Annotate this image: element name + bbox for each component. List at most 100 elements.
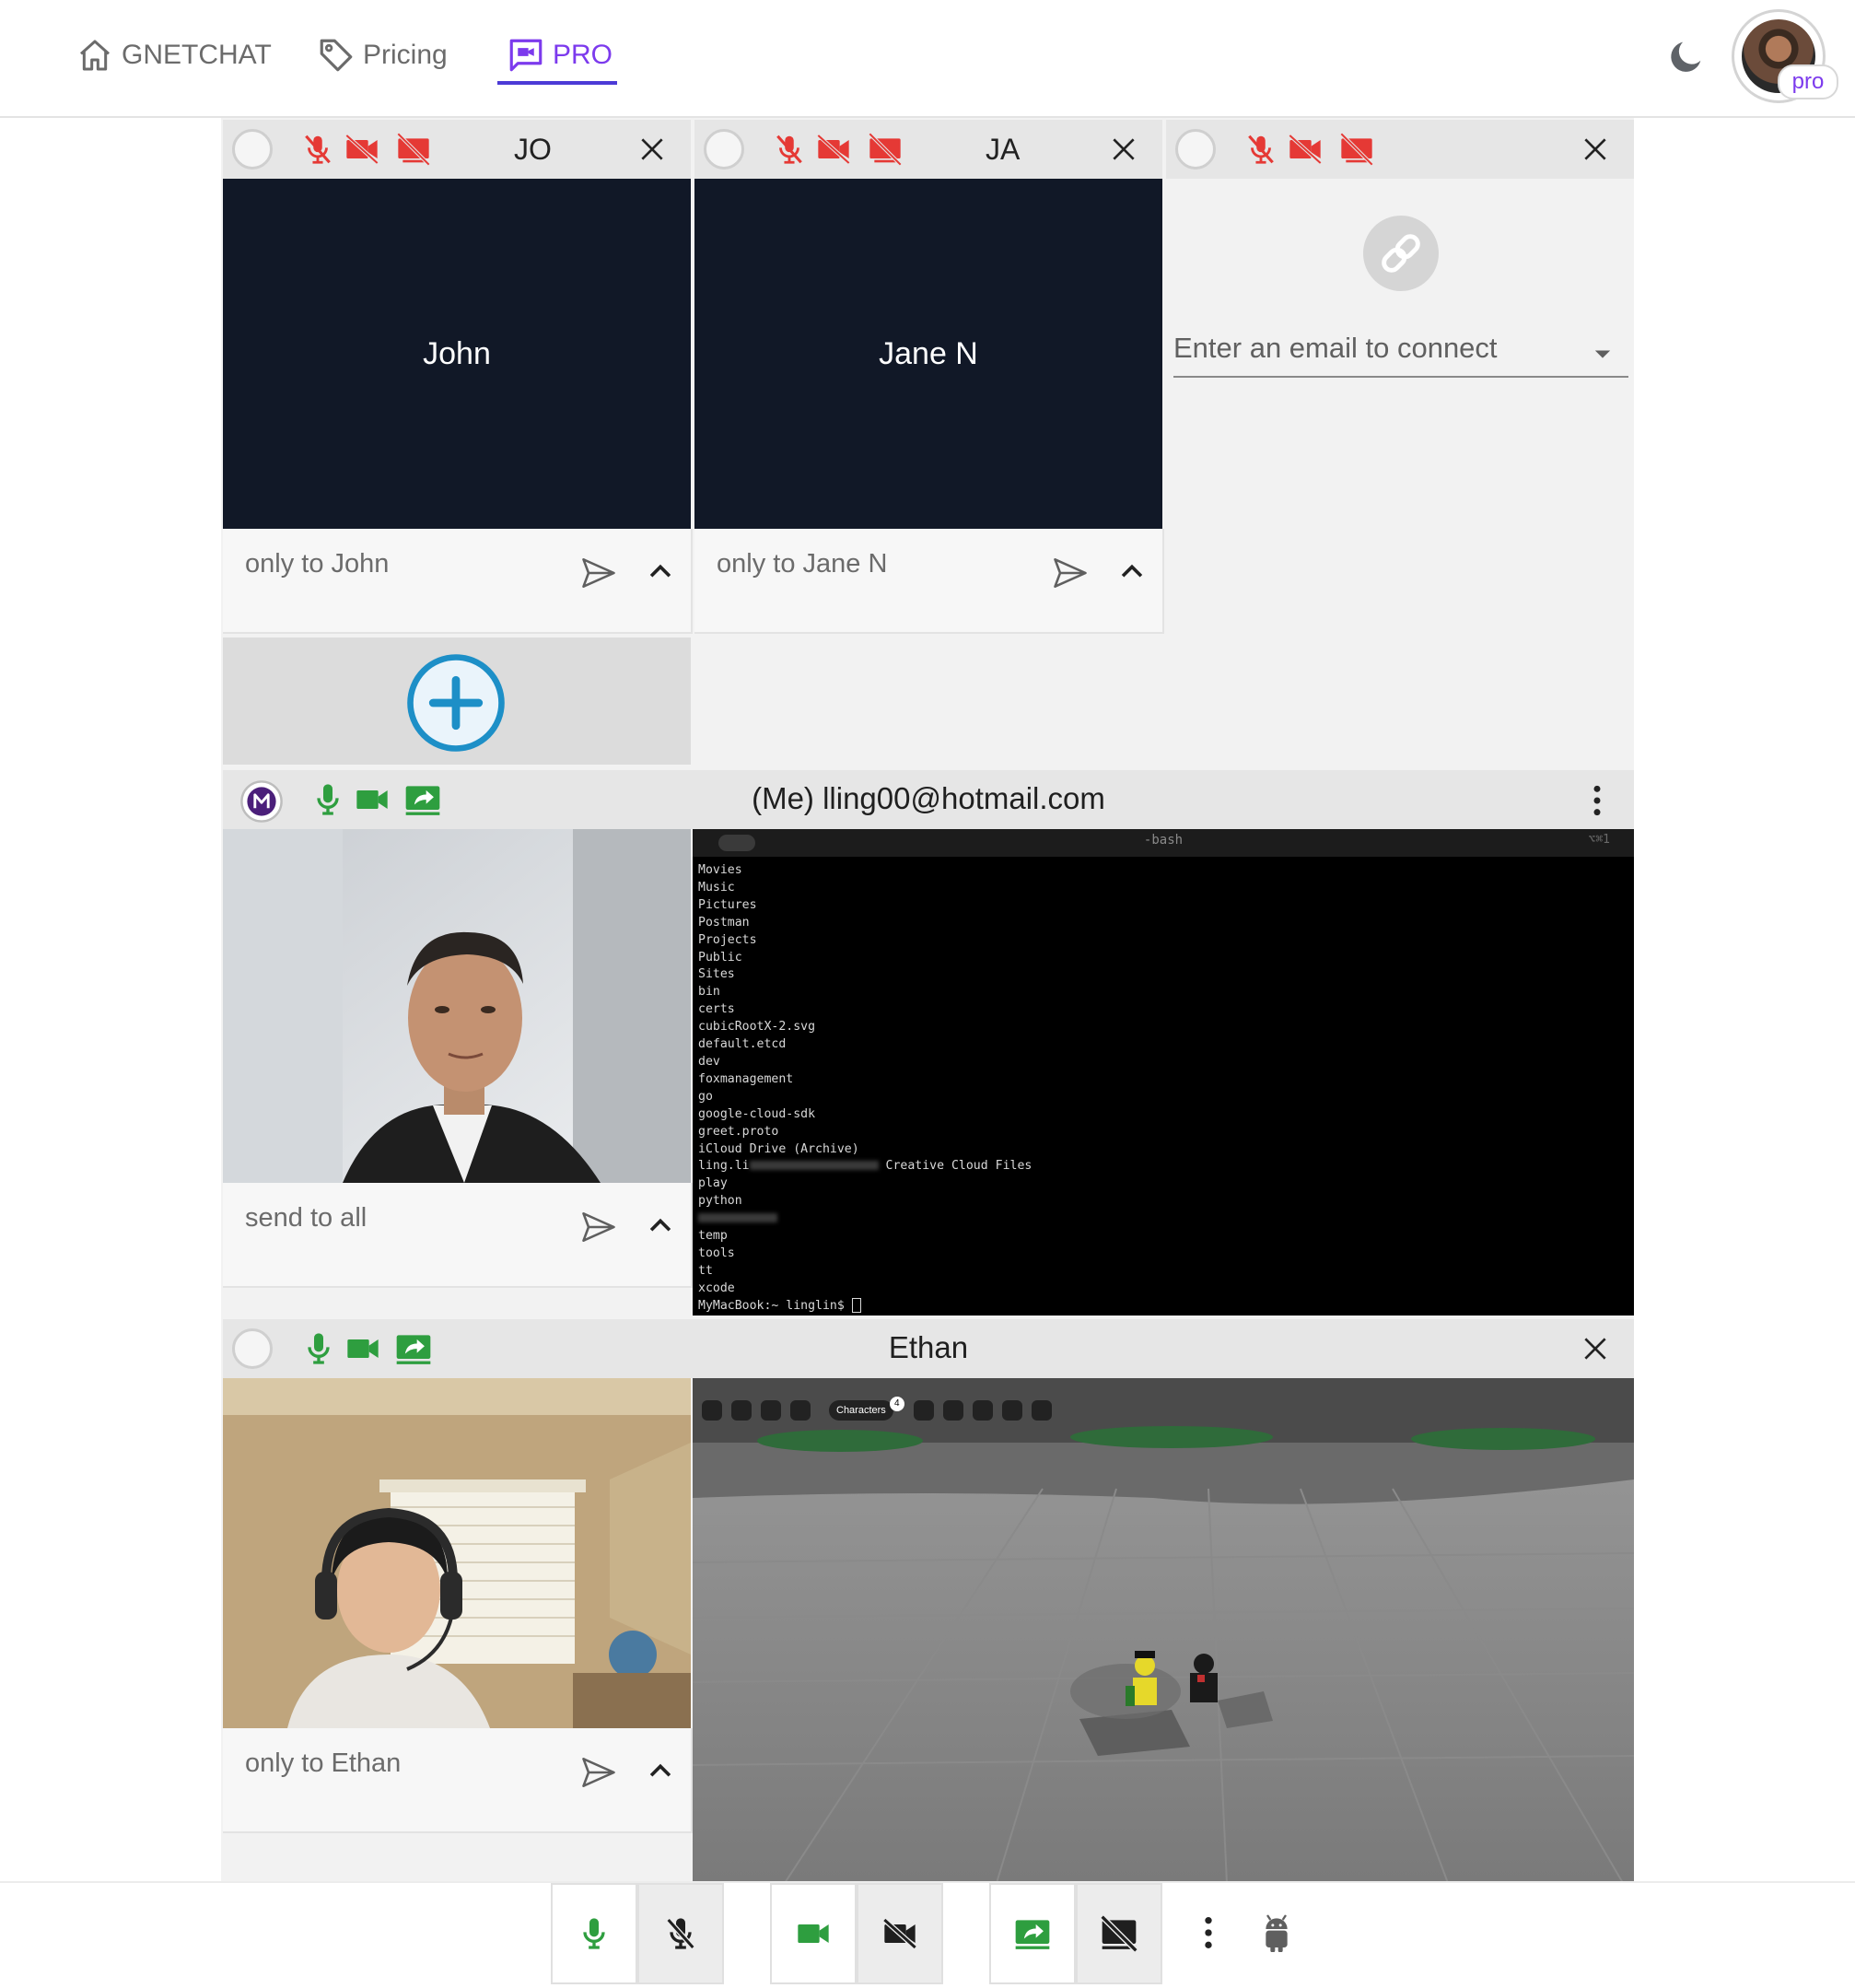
peer-initials: JA [986,133,1021,166]
peer-tile-header-jane: JA [694,120,1162,179]
game-toolbar: Characters 4 [702,1397,1052,1421]
more-vertical-icon[interactable] [1197,1914,1219,1951]
toolbar-camera-off-button[interactable] [857,1883,943,1984]
send-icon[interactable] [1050,553,1091,593]
terminal-shortcut: ⌥⌘1 [1588,833,1610,847]
mic-off-icon[interactable] [1243,131,1278,168]
peer-tile-header-john: JO [223,120,691,179]
input-underline [1173,376,1628,378]
message-box-jane[interactable]: only to Jane N [694,529,1164,634]
game-characters-button: Characters [829,1400,893,1421]
toolbar-camera-on-button[interactable] [770,1883,857,1984]
video-chat-icon [509,39,542,72]
game-settings-icon [942,1400,963,1421]
close-icon[interactable] [637,134,667,164]
game-calendar-icon [913,1400,934,1421]
peer-display-name: Jane N [879,335,978,371]
screen-share-off-icon [1100,1914,1138,1953]
dropdown-arrow-icon[interactable] [1590,341,1616,367]
screen-share-off-icon[interactable] [392,131,435,168]
chevron-up-icon[interactable] [645,1756,676,1787]
active-tab-indicator [497,81,617,85]
me-row-header: (Me) lling00@hotmail.com [223,770,1634,829]
nav-pricing-link[interactable]: Pricing [317,35,448,76]
top-navigation-bar [0,0,1855,118]
toolbar-screen-share-on-button[interactable] [989,1883,1076,1984]
mic-off-icon[interactable] [300,131,335,168]
game-characters-badge: 4 [889,1397,904,1411]
terminal-titlebar: -bash ⌥⌘1 [693,829,1634,857]
screen-share-icon [1015,1920,1050,1949]
pro-label: PRO [553,40,613,70]
peer-video-jane: Jane N [694,179,1162,529]
peer-display-name: John [423,335,491,371]
message-box-john[interactable]: only to John [223,529,693,634]
camera-off-icon [882,1917,917,1950]
screen-share-off-icon[interactable] [864,131,906,168]
ethan-row-header: Ethan [223,1319,1634,1378]
close-icon[interactable] [1109,134,1138,164]
add-peer-panel [223,637,691,765]
peer-select-toggle[interactable] [1175,129,1216,170]
camera-off-icon[interactable] [1286,131,1324,168]
pro-badge: pro [1778,64,1838,99]
brand-label: GNETCHAT [122,40,272,70]
message-box-ethan[interactable]: only to Ethan [223,1728,693,1833]
mic-icon [583,1918,605,1949]
game-chat-icon [761,1400,781,1421]
moon-icon[interactable] [1665,35,1708,77]
pricing-label: Pricing [363,40,448,70]
home-icon [80,40,110,71]
toolbar-mic-off-button[interactable] [637,1883,724,1984]
terminal-output: Movies Music Pictures Postman Projects P… [698,863,1032,1313]
game-menu-icon [702,1400,722,1421]
message-input[interactable]: send to all [245,1203,367,1234]
game-hat-icon [1001,1400,1022,1421]
toolbar-mic-on-button[interactable] [551,1883,637,1984]
game-list-icon [731,1400,752,1421]
nav-home-link[interactable]: GNETCHAT [76,35,272,76]
mic-off-icon[interactable] [772,131,807,168]
connect-email-input[interactable]: Enter an email to connect [1173,332,1498,365]
connect-tile-header [1166,120,1634,179]
peer-select-toggle[interactable] [232,129,273,170]
mic-off-icon [666,1918,695,1949]
peer-video-john: John [223,179,691,529]
connect-panel: Enter an email to connect [1166,179,1634,768]
peer-select-toggle[interactable] [704,129,744,170]
peer-initials: JO [514,133,552,166]
close-icon[interactable] [1581,1334,1610,1363]
my-screen-share-terminal: -bash ⌥⌘1 Movies Music Pictures Postman … [693,829,1634,1316]
plus-circle-icon[interactable] [405,652,507,754]
camera-off-icon[interactable] [814,131,853,168]
message-box-all[interactable]: send to all [223,1183,693,1288]
my-camera-video [223,829,691,1183]
screen-share-off-icon[interactable] [1336,131,1378,168]
terminal-title: -bash [1143,833,1184,848]
camera-icon [798,1924,829,1943]
tag-icon [320,39,353,72]
message-input[interactable]: only to John [245,549,389,579]
chevron-up-icon[interactable] [645,1210,676,1242]
game-gift-icon [1031,1400,1052,1421]
send-icon[interactable] [578,1207,619,1247]
message-input[interactable]: only to Jane N [717,549,887,579]
send-icon[interactable] [578,1752,619,1793]
terminal-tab-pill [718,835,755,851]
android-icon[interactable] [1258,1912,1295,1955]
my-email-title: (Me) lling00@hotmail.com [752,781,1105,815]
chevron-up-icon[interactable] [645,556,676,588]
chevron-up-icon[interactable] [1116,556,1148,588]
message-input[interactable]: only to Ethan [245,1748,401,1779]
more-vertical-icon[interactable] [1588,783,1606,818]
link-icon [1363,216,1439,291]
send-icon[interactable] [578,553,619,593]
ethan-screen-share-game: Characters 4 [693,1378,1634,1883]
nav-pro-link[interactable]: PRO [507,35,612,76]
game-emote-icon [972,1400,993,1421]
close-icon[interactable] [1581,134,1610,164]
toolbar-screen-share-off-button[interactable] [1076,1883,1162,1984]
game-mic-icon [790,1400,811,1421]
peer-name-title: Ethan [888,1330,969,1364]
camera-off-icon[interactable] [343,131,381,168]
